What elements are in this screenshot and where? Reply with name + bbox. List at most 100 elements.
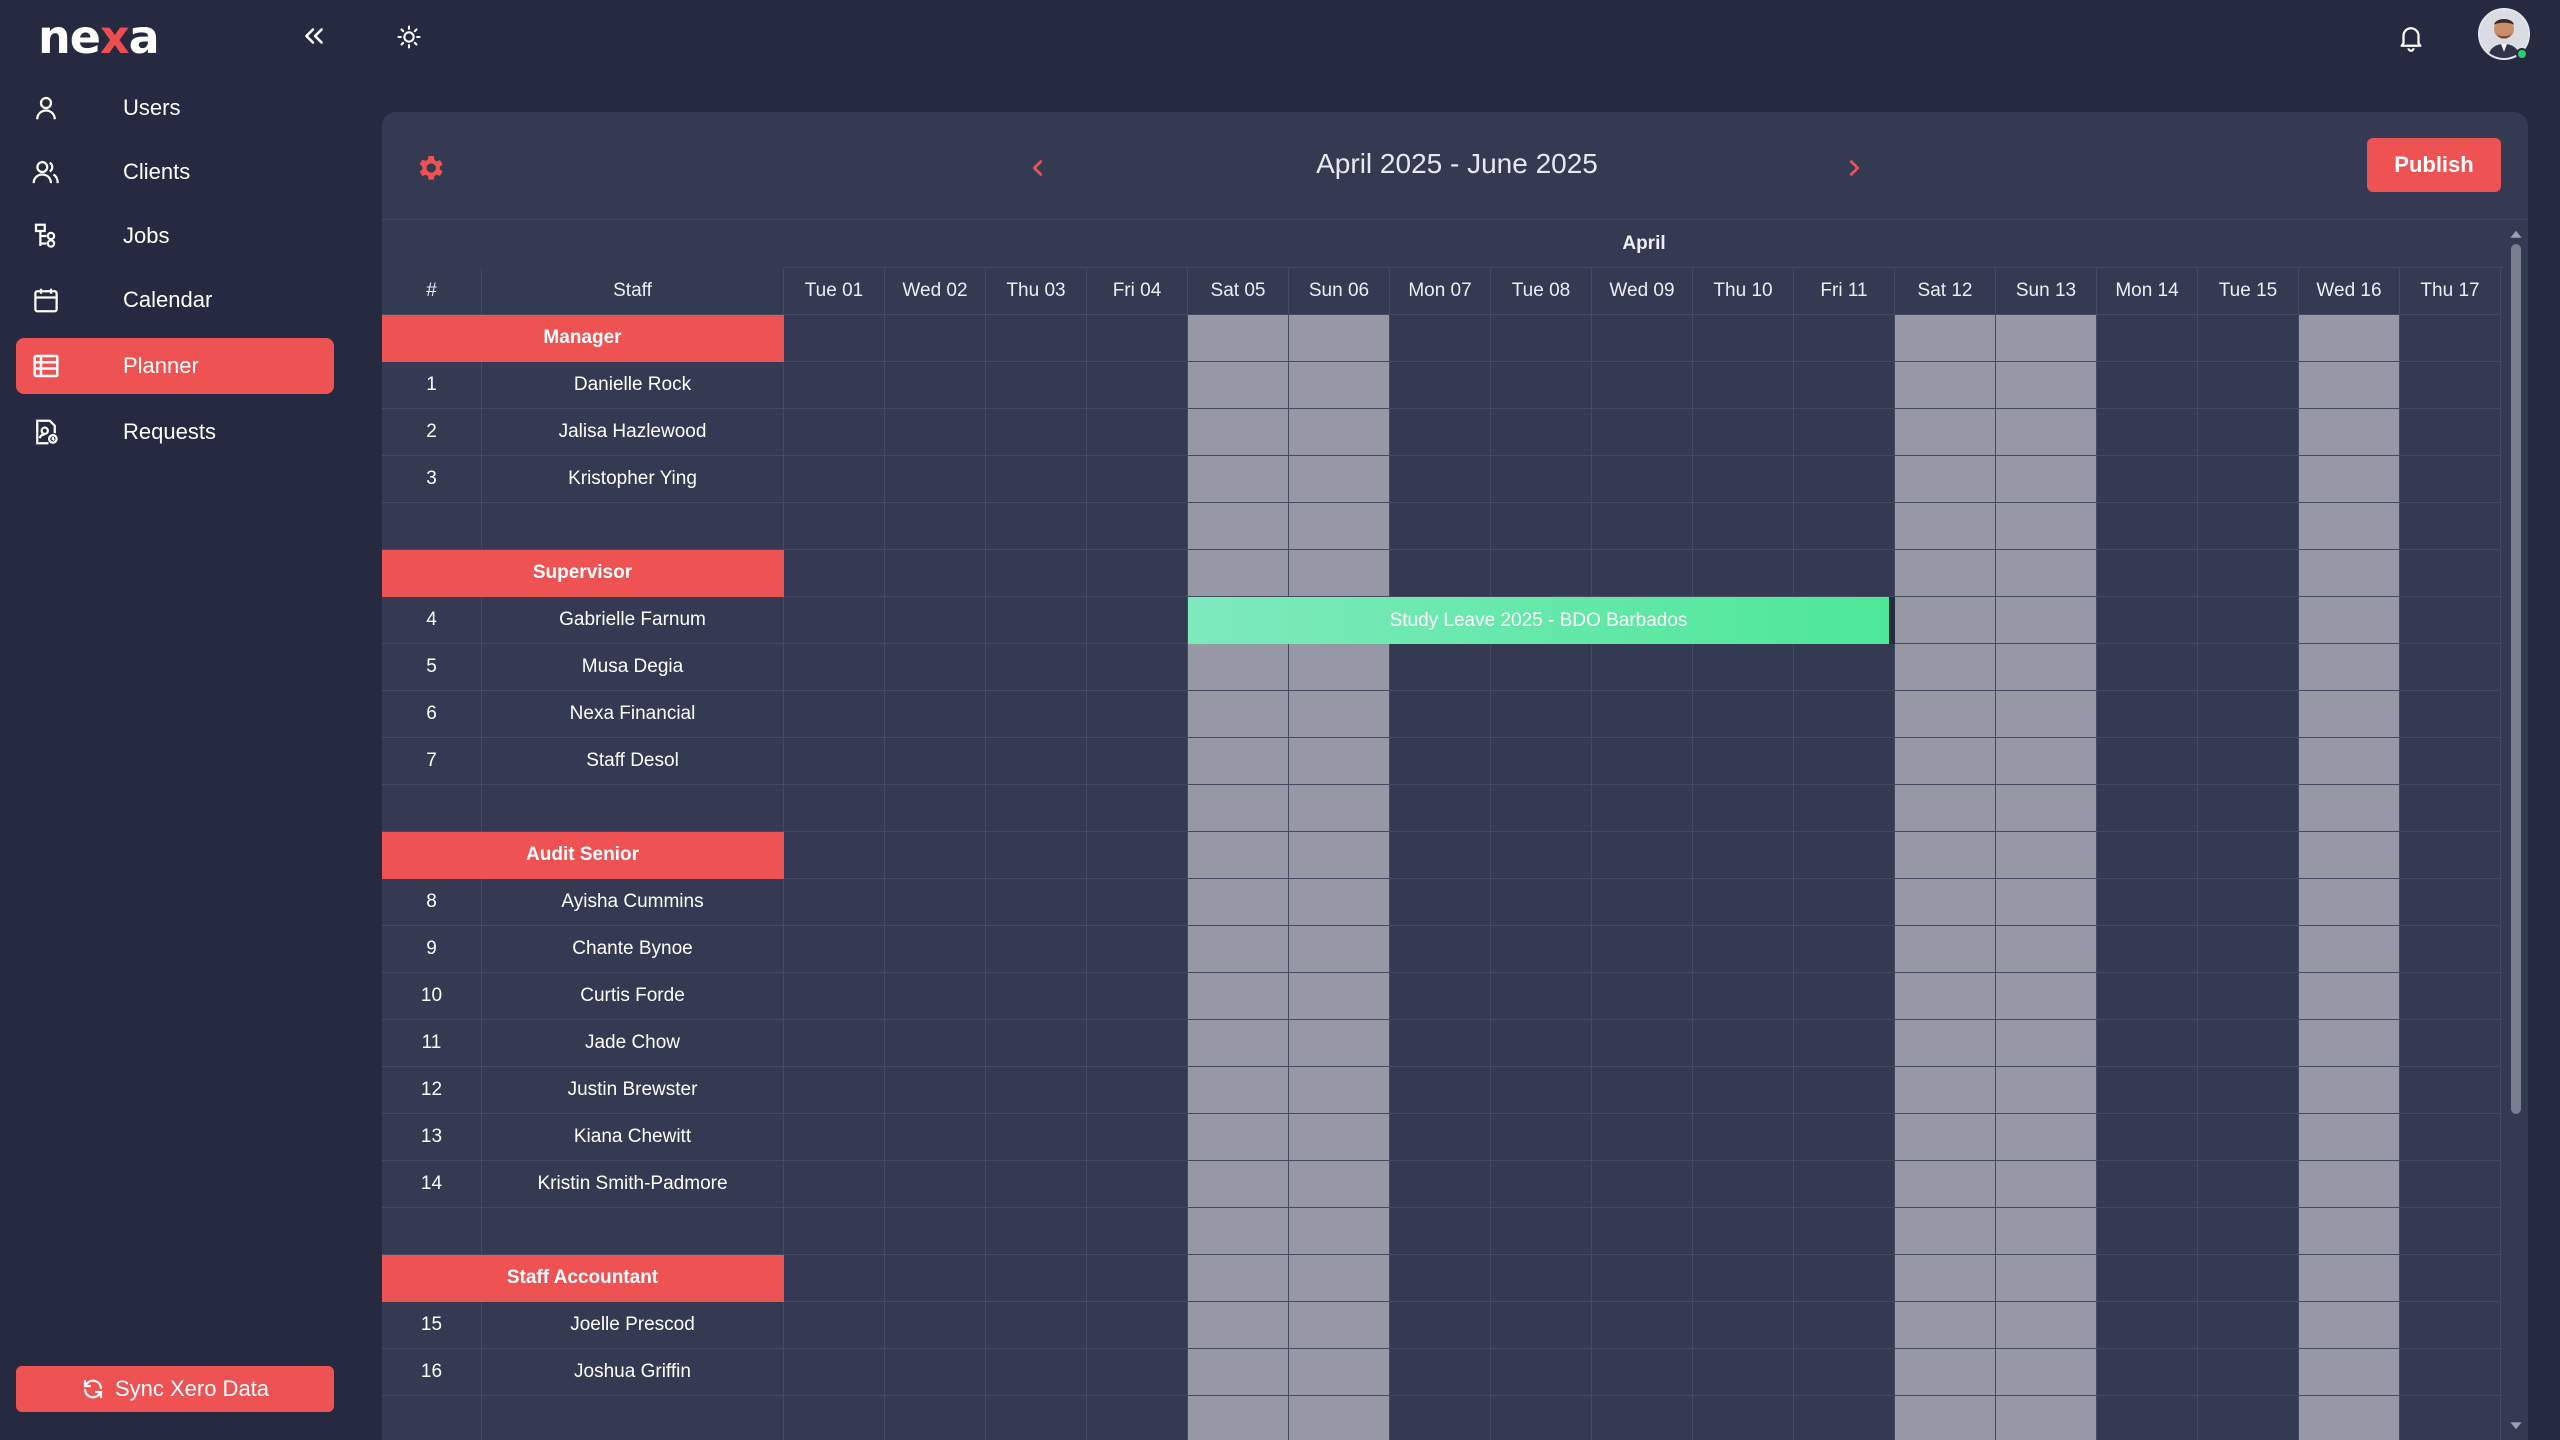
- schedule-cell[interactable]: [784, 644, 885, 691]
- schedule-cell[interactable]: [1693, 1302, 1794, 1349]
- schedule-cell[interactable]: [1996, 456, 2097, 503]
- schedule-cell[interactable]: [1592, 738, 1693, 785]
- schedule-cell[interactable]: [1996, 1114, 2097, 1161]
- schedule-cell[interactable]: [1895, 1161, 1996, 1208]
- schedule-cell[interactable]: [1491, 503, 1592, 550]
- schedule-cell[interactable]: [986, 691, 1087, 738]
- schedule-cell[interactable]: [1289, 503, 1390, 550]
- schedule-cell[interactable]: [1087, 315, 1188, 362]
- schedule-cell[interactable]: [2400, 691, 2501, 738]
- schedule-cell[interactable]: [2299, 926, 2400, 973]
- schedule-cell[interactable]: [1390, 1396, 1491, 1440]
- schedule-cell[interactable]: [2198, 644, 2299, 691]
- schedule-cell[interactable]: [1794, 315, 1895, 362]
- schedule-cell[interactable]: [1087, 550, 1188, 597]
- schedule-cell[interactable]: [986, 362, 1087, 409]
- schedule-cell[interactable]: [1390, 973, 1491, 1020]
- schedule-cell[interactable]: [1895, 503, 1996, 550]
- schedule-cell[interactable]: [885, 738, 986, 785]
- schedule-cell[interactable]: [2299, 1255, 2400, 1302]
- schedule-cell[interactable]: [1592, 1349, 1693, 1396]
- schedule-cell[interactable]: [1390, 1208, 1491, 1255]
- schedule-cell[interactable]: [1087, 1349, 1188, 1396]
- schedule-cell[interactable]: [784, 1161, 885, 1208]
- schedule-cell[interactable]: [986, 597, 1087, 644]
- schedule-cell[interactable]: [1693, 832, 1794, 879]
- schedule-cell[interactable]: [1491, 832, 1592, 879]
- schedule-cell[interactable]: [1895, 362, 1996, 409]
- schedule-cell[interactable]: [2299, 1396, 2400, 1440]
- staff-name[interactable]: Jade Chow: [482, 1020, 784, 1067]
- schedule-cell[interactable]: [1794, 1302, 1895, 1349]
- schedule-cell[interactable]: [2097, 1349, 2198, 1396]
- schedule-cell[interactable]: [1188, 644, 1289, 691]
- schedule-cell[interactable]: [986, 503, 1087, 550]
- schedule-cell[interactable]: [1996, 1349, 2097, 1396]
- schedule-cell[interactable]: [1188, 362, 1289, 409]
- schedule-cell[interactable]: [2299, 879, 2400, 926]
- schedule-cell[interactable]: [1794, 1208, 1895, 1255]
- schedule-cell[interactable]: [2400, 1255, 2501, 1302]
- schedule-cell[interactable]: [1592, 832, 1693, 879]
- schedule-cell[interactable]: [1087, 1114, 1188, 1161]
- schedule-cell[interactable]: [1087, 1396, 1188, 1440]
- schedule-cell[interactable]: [1289, 1020, 1390, 1067]
- schedule-cell[interactable]: [885, 785, 986, 832]
- schedule-cell[interactable]: [1289, 1161, 1390, 1208]
- schedule-cell[interactable]: [2400, 597, 2501, 644]
- schedule-cell[interactable]: [1188, 409, 1289, 456]
- schedule-cell[interactable]: [1188, 926, 1289, 973]
- schedule-cell[interactable]: [2299, 597, 2400, 644]
- schedule-cell[interactable]: [1592, 1067, 1693, 1114]
- schedule-cell[interactable]: [1693, 1067, 1794, 1114]
- schedule-cell[interactable]: [1693, 362, 1794, 409]
- schedule-cell[interactable]: [1895, 1255, 1996, 1302]
- schedule-cell[interactable]: [986, 1020, 1087, 1067]
- schedule-cell[interactable]: [1289, 362, 1390, 409]
- schedule-cell[interactable]: [1188, 456, 1289, 503]
- schedule-cell[interactable]: [1693, 926, 1794, 973]
- schedule-cell[interactable]: [1592, 503, 1693, 550]
- schedule-cell[interactable]: [2198, 1208, 2299, 1255]
- schedule-cell[interactable]: [2097, 503, 2198, 550]
- schedule-cell[interactable]: [1491, 644, 1592, 691]
- schedule-cell[interactable]: [1794, 456, 1895, 503]
- schedule-cell[interactable]: [1996, 879, 2097, 926]
- schedule-cell[interactable]: [1794, 503, 1895, 550]
- schedule-cell[interactable]: [2097, 738, 2198, 785]
- schedule-cell[interactable]: [2097, 879, 2198, 926]
- schedule-cell[interactable]: [1693, 973, 1794, 1020]
- schedule-cell[interactable]: [986, 1302, 1087, 1349]
- schedule-cell[interactable]: [1188, 1114, 1289, 1161]
- schedule-cell[interactable]: [2299, 1161, 2400, 1208]
- schedule-cell[interactable]: [1491, 456, 1592, 503]
- schedule-cell[interactable]: [1592, 926, 1693, 973]
- schedule-cell[interactable]: [1289, 1349, 1390, 1396]
- schedule-cell[interactable]: [2299, 785, 2400, 832]
- schedule-cell[interactable]: [1087, 973, 1188, 1020]
- schedule-cell[interactable]: [1188, 832, 1289, 879]
- schedule-cell[interactable]: [2400, 550, 2501, 597]
- schedule-cell[interactable]: [784, 1020, 885, 1067]
- schedule-cell[interactable]: [986, 409, 1087, 456]
- schedule-cell[interactable]: [885, 691, 986, 738]
- schedule-cell[interactable]: [1592, 409, 1693, 456]
- schedule-cell[interactable]: [2400, 1349, 2501, 1396]
- staff-name[interactable]: Staff Desol: [482, 738, 784, 785]
- schedule-cell[interactable]: [1188, 503, 1289, 550]
- schedule-cell[interactable]: [1188, 550, 1289, 597]
- schedule-cell[interactable]: [1693, 738, 1794, 785]
- schedule-cell[interactable]: [2097, 1302, 2198, 1349]
- schedule-cell[interactable]: [986, 644, 1087, 691]
- schedule-cell[interactable]: [1491, 1302, 1592, 1349]
- schedule-cell[interactable]: [1794, 879, 1895, 926]
- schedule-cell[interactable]: [1996, 550, 2097, 597]
- schedule-cell[interactable]: [2400, 1302, 2501, 1349]
- schedule-cell[interactable]: [986, 832, 1087, 879]
- schedule-cell[interactable]: [2299, 644, 2400, 691]
- schedule-cell[interactable]: [1996, 1302, 2097, 1349]
- schedule-cell[interactable]: [1491, 1208, 1592, 1255]
- schedule-cell[interactable]: [2097, 832, 2198, 879]
- publish-button[interactable]: Publish: [2367, 138, 2501, 192]
- schedule-cell[interactable]: [1087, 1161, 1188, 1208]
